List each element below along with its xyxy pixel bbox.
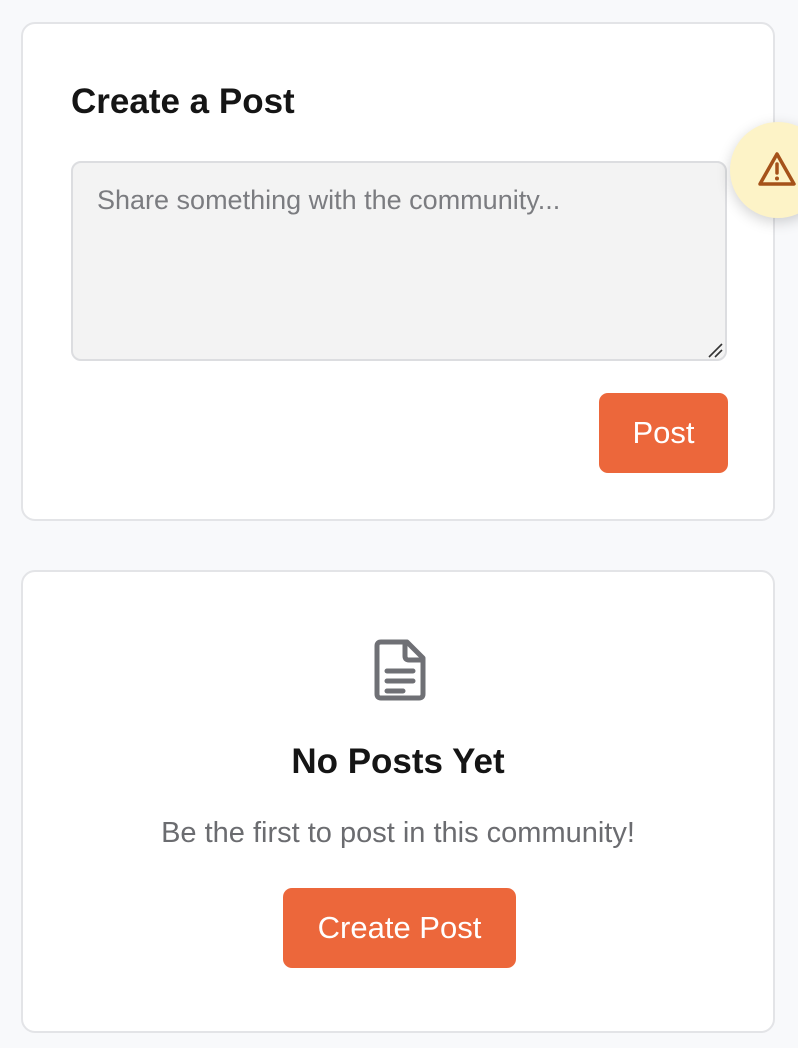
post-textarea[interactable] xyxy=(71,161,727,361)
document-icon xyxy=(374,639,426,701)
post-button[interactable]: Post xyxy=(599,393,728,473)
create-post-button[interactable]: Create Post xyxy=(283,888,516,968)
empty-state-subtitle: Be the first to post in this community! xyxy=(161,817,635,849)
create-post-title: Create a Post xyxy=(71,82,295,121)
resize-handle-icon[interactable] xyxy=(707,342,723,358)
empty-state-card: No Posts Yet Be the first to post in thi… xyxy=(21,570,775,1033)
create-post-card: Create a Post Post xyxy=(21,22,775,521)
warning-icon xyxy=(758,152,796,186)
empty-state-title: No Posts Yet xyxy=(291,742,505,781)
